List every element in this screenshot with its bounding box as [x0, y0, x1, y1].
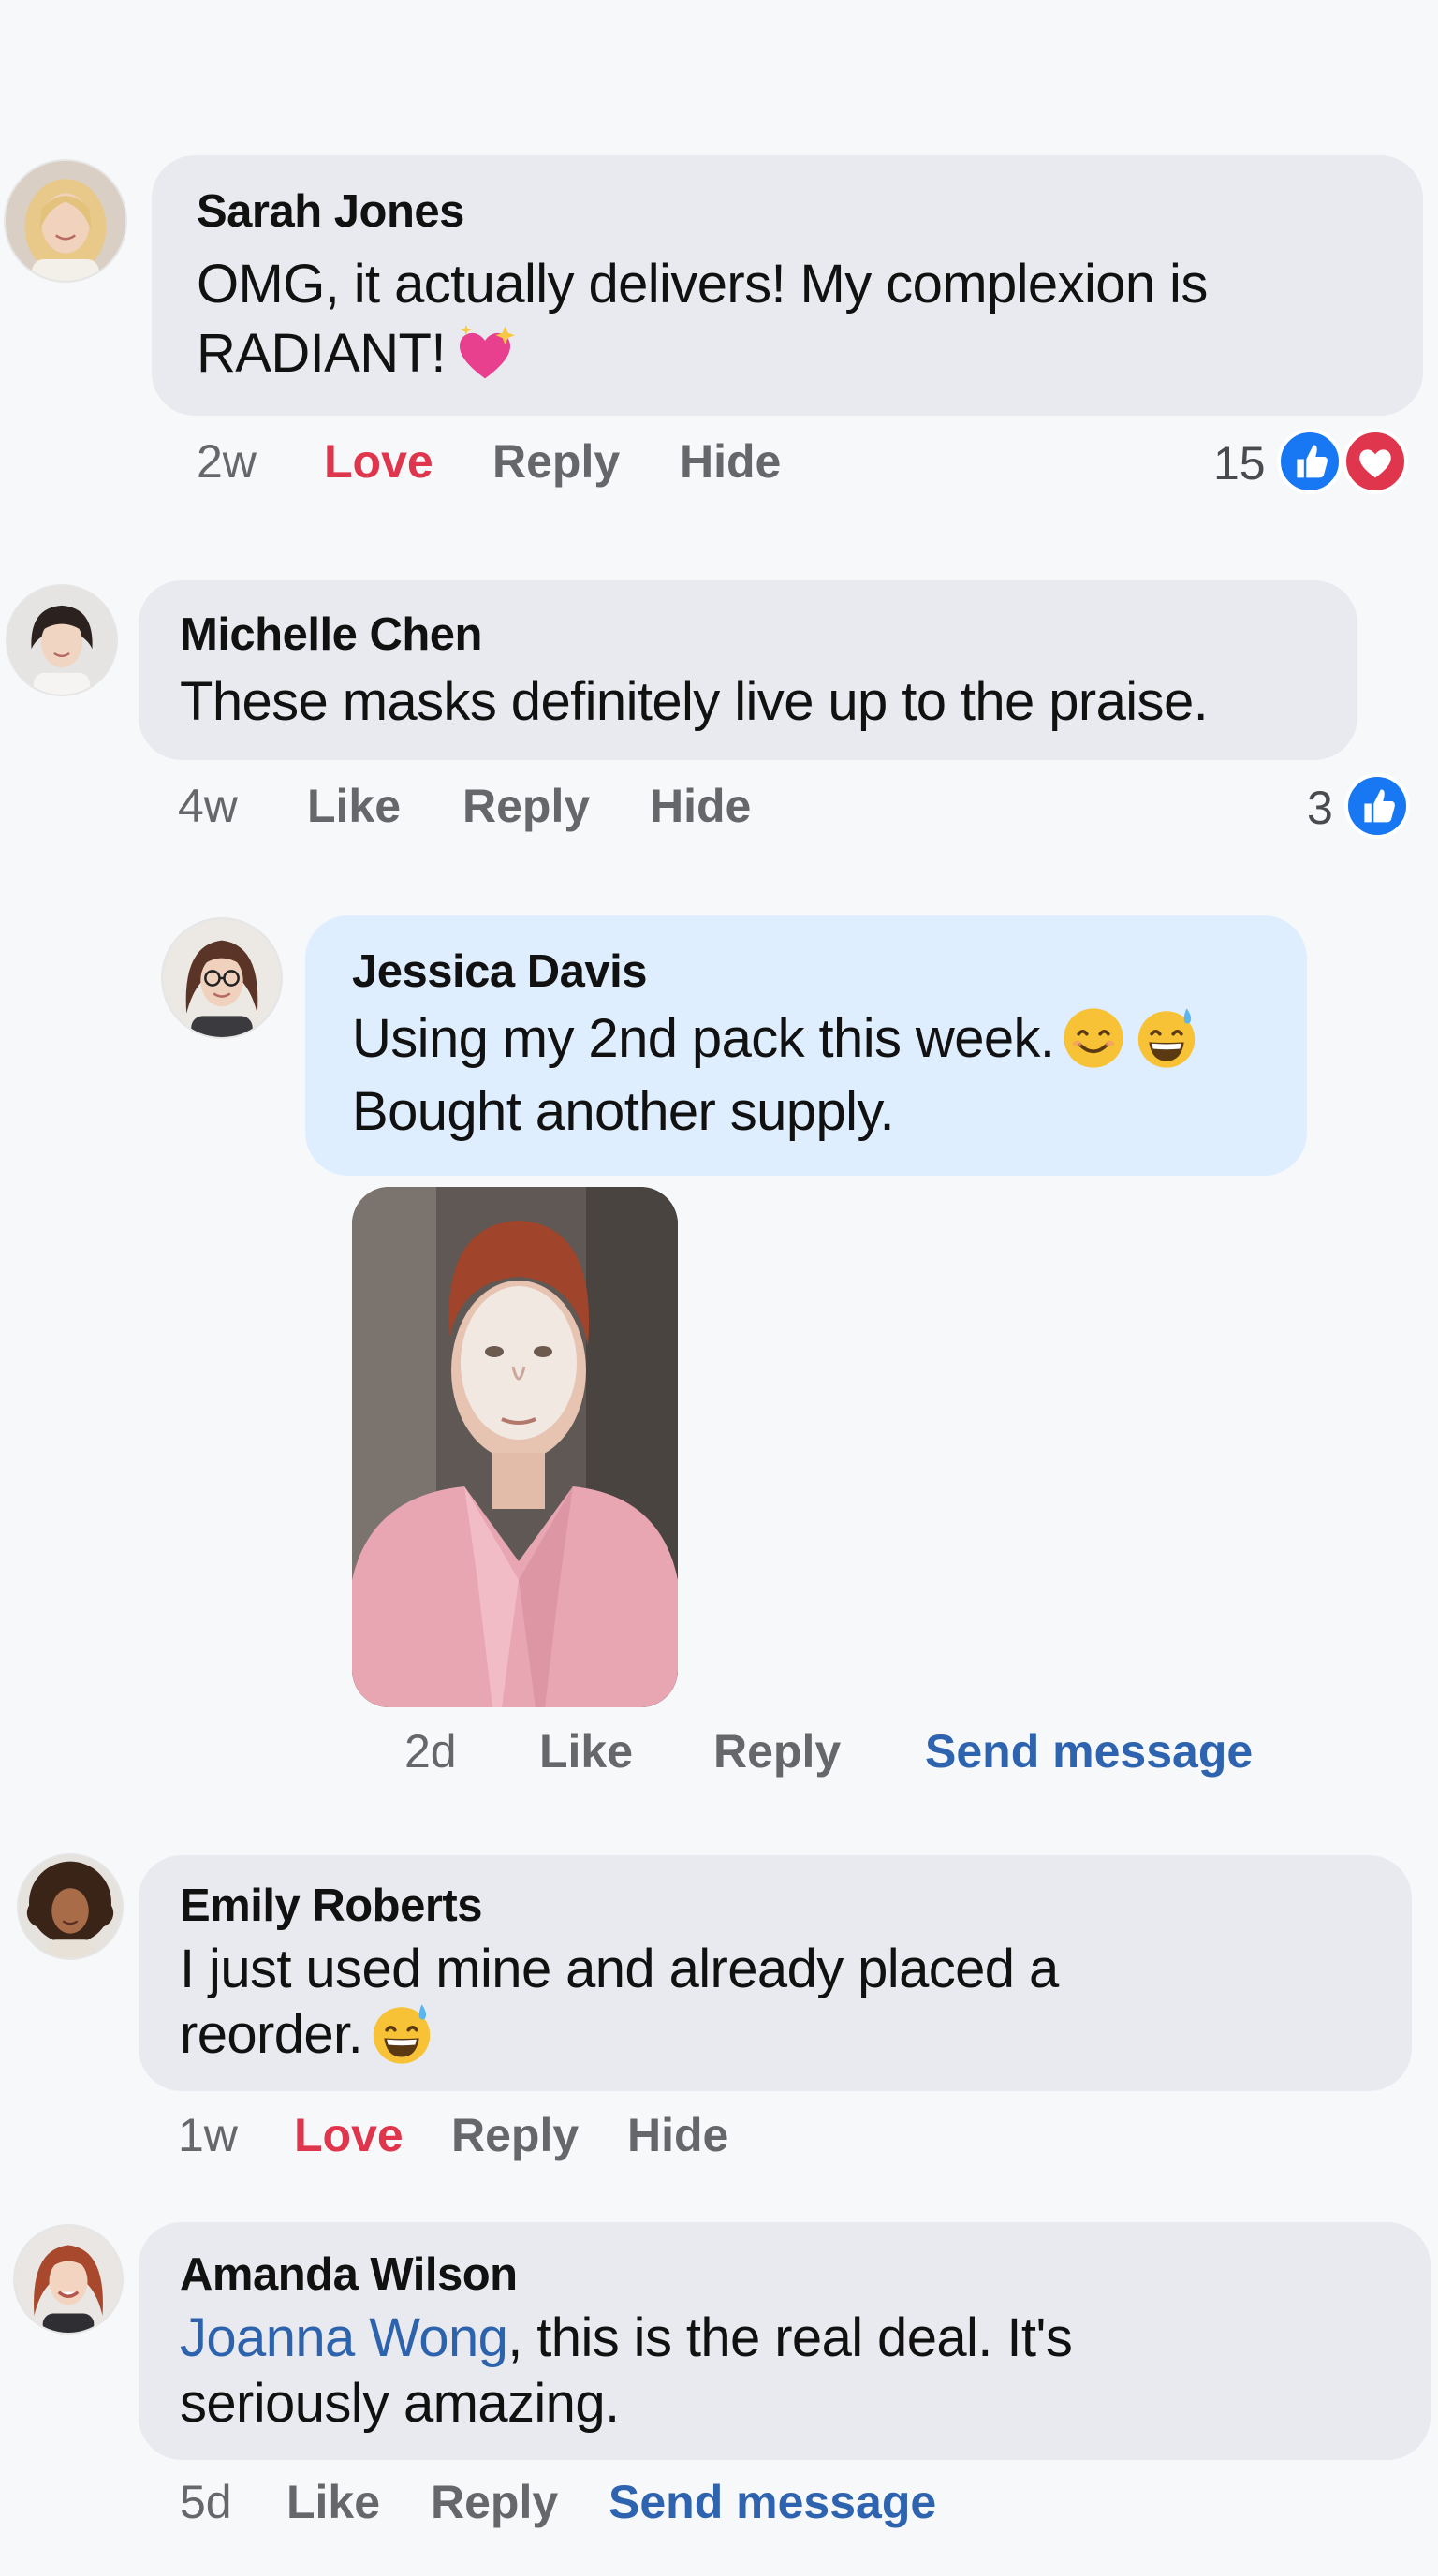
comment-text: Bought another supply.: [352, 1081, 895, 1142]
comment-timestamp[interactable]: 1w: [178, 2108, 238, 2162]
love-button[interactable]: Love: [294, 2108, 404, 2162]
attached-photo[interactable]: [352, 1187, 678, 1707]
comment-text: OMG, it actually delivers! My complexion…: [197, 254, 1208, 315]
comment-text: reorder.: [180, 1999, 435, 2071]
commenter-name[interactable]: Amanda Wilson: [180, 2248, 518, 2301]
hide-button[interactable]: Hide: [680, 434, 781, 489]
reply-button[interactable]: Reply: [451, 2108, 579, 2162]
reaction-count[interactable]: 3: [1307, 781, 1333, 835]
like-icon: [1344, 773, 1410, 839]
grinning-sweat-icon: [368, 2000, 435, 2068]
hide-button[interactable]: Hide: [627, 2108, 728, 2162]
commenter-name[interactable]: Emily Roberts: [180, 1880, 482, 1932]
mention-link[interactable]: Joanna Wong: [180, 2307, 508, 2368]
send-message-button[interactable]: Send message: [925, 1724, 1253, 1778]
like-icon: [1277, 429, 1343, 494]
sparkling-heart-icon: [451, 319, 519, 387]
comment-text: These masks definitely live up to the pr…: [180, 671, 1209, 732]
comment-text: Joanna Wong, this is the real deal. It's: [180, 2307, 1073, 2368]
send-message-button[interactable]: Send message: [609, 2475, 936, 2529]
comment-timestamp[interactable]: 5d: [180, 2475, 232, 2529]
like-button[interactable]: Like: [286, 2475, 380, 2529]
avatar-sarah-jones[interactable]: [6, 161, 125, 281]
like-button[interactable]: Like: [539, 1724, 633, 1778]
avatar-amanda-wilson[interactable]: [15, 2226, 122, 2333]
smiling-face-icon: [1060, 1004, 1127, 1072]
avatar-emily-roberts[interactable]: [19, 1855, 122, 1958]
comment-text: I just used mine and already placed a: [180, 1939, 1059, 1999]
commenter-name[interactable]: Michelle Chen: [180, 608, 482, 661]
hide-button[interactable]: Hide: [650, 779, 751, 833]
reply-button[interactable]: Reply: [462, 779, 590, 833]
reply-button[interactable]: Reply: [431, 2475, 558, 2529]
reply-button[interactable]: Reply: [713, 1724, 841, 1778]
comment-timestamp[interactable]: 2w: [197, 434, 257, 489]
comment-text: seriously amazing.: [180, 2373, 620, 2434]
comment-timestamp[interactable]: 4w: [178, 779, 238, 833]
avatar-jessica-davis[interactable]: [163, 919, 281, 1037]
reply-button[interactable]: Reply: [492, 434, 620, 489]
love-react-icon: [1343, 429, 1408, 494]
reaction-count[interactable]: 15: [1213, 436, 1266, 490]
comment-text: Using my 2nd pack this week.: [352, 1003, 1200, 1075]
love-button[interactable]: Love: [324, 434, 433, 489]
avatar-michelle-chen[interactable]: [7, 586, 116, 695]
commenter-name[interactable]: Jessica Davis: [352, 945, 648, 998]
like-button[interactable]: Like: [307, 779, 401, 833]
comment-text: RADIANT!: [197, 318, 519, 389]
commenter-name[interactable]: Sarah Jones: [197, 185, 464, 238]
comment-timestamp[interactable]: 2d: [404, 1724, 457, 1778]
grinning-sweat-icon: [1133, 1004, 1200, 1072]
